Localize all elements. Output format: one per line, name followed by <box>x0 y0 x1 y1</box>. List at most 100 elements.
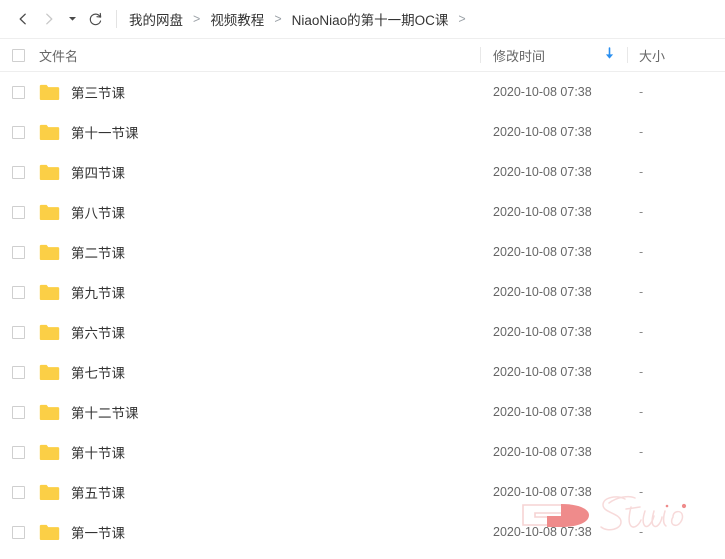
table-row[interactable]: 第四节课 2020-10-08 07:38 - <box>0 152 725 192</box>
column-header-size[interactable]: 大小 <box>627 46 725 65</box>
row-checkbox[interactable] <box>11 125 25 139</box>
row-checkbox[interactable] <box>11 405 25 419</box>
file-size-label: - <box>639 445 644 459</box>
modified-time-cell: 2020-10-08 07:38 <box>480 125 627 139</box>
refresh-button[interactable] <box>82 6 108 32</box>
table-row[interactable]: 第九节课 2020-10-08 07:38 - <box>0 272 725 312</box>
back-button[interactable] <box>10 6 36 32</box>
file-size-cell: - <box>627 165 725 179</box>
file-name-cell: 第三节课 <box>32 82 480 102</box>
row-checkbox-cell <box>0 85 32 99</box>
file-name-label[interactable]: 第十二节课 <box>71 402 139 422</box>
file-name-label[interactable]: 第六节课 <box>71 322 125 342</box>
row-checkbox-cell <box>0 445 32 459</box>
row-checkbox-cell <box>0 205 32 219</box>
file-size-label: - <box>639 285 644 299</box>
table-row[interactable]: 第十一节课 2020-10-08 07:38 - <box>0 112 725 152</box>
row-checkbox[interactable] <box>11 485 25 499</box>
file-size-cell: - <box>627 245 725 259</box>
row-checkbox[interactable] <box>11 365 25 379</box>
file-size-label: - <box>639 205 644 219</box>
folder-icon <box>39 324 71 341</box>
table-row[interactable]: 第三节课 2020-10-08 07:38 - <box>0 72 725 112</box>
file-name-cell: 第四节课 <box>32 162 480 182</box>
breadcrumb-item-2[interactable]: NiaoNiao的第十一期OC课 <box>292 7 449 31</box>
table-row[interactable]: 第七节课 2020-10-08 07:38 - <box>0 352 725 392</box>
row-checkbox-cell <box>0 325 32 339</box>
row-checkbox[interactable] <box>11 525 25 539</box>
file-name-label[interactable]: 第二节课 <box>71 242 125 262</box>
file-name-cell: 第八节课 <box>32 202 480 222</box>
file-name-label[interactable]: 第十一节课 <box>71 122 139 142</box>
column-header-name-label: 文件名 <box>39 48 79 64</box>
modified-time-cell: 2020-10-08 07:38 <box>480 165 627 179</box>
row-checkbox[interactable] <box>11 165 25 179</box>
file-name-label[interactable]: 第三节课 <box>71 82 125 102</box>
file-name-label[interactable]: 第五节课 <box>71 482 125 502</box>
breadcrumb-separator: > <box>193 12 201 26</box>
folder-icon <box>39 244 71 261</box>
select-all-checkbox[interactable] <box>11 48 25 62</box>
table-row[interactable]: 第十二节课 2020-10-08 07:38 - <box>0 392 725 432</box>
file-name-cell: 第十二节课 <box>32 402 480 422</box>
table-row[interactable]: 第二节课 2020-10-08 07:38 - <box>0 232 725 272</box>
modified-time-label: 2020-10-08 07:38 <box>493 245 592 259</box>
history-dropdown-button[interactable] <box>62 6 82 32</box>
file-size-cell: - <box>627 285 725 299</box>
file-name-label[interactable]: 第十节课 <box>71 442 125 462</box>
file-name-label[interactable]: 第四节课 <box>71 162 125 182</box>
row-checkbox[interactable] <box>11 85 25 99</box>
column-header-name[interactable]: 文件名 <box>32 46 480 65</box>
row-checkbox[interactable] <box>11 285 25 299</box>
column-header-time[interactable]: 修改时间 <box>480 46 627 65</box>
row-checkbox[interactable] <box>11 245 25 259</box>
modified-time-label: 2020-10-08 07:38 <box>493 445 592 459</box>
nav-button-group <box>10 6 108 32</box>
folder-icon <box>39 284 71 301</box>
table-row[interactable]: 第五节课 2020-10-08 07:38 - <box>0 472 725 512</box>
file-name-label[interactable]: 第九节课 <box>71 282 125 302</box>
file-name-label[interactable]: 第七节课 <box>71 362 125 382</box>
file-name-cell: 第十节课 <box>32 442 480 462</box>
folder-icon <box>39 124 71 141</box>
table-row[interactable]: 第一节课 2020-10-08 07:38 - <box>0 512 725 552</box>
file-name-label[interactable]: 第八节课 <box>71 202 125 222</box>
table-row[interactable]: 第六节课 2020-10-08 07:38 - <box>0 312 725 352</box>
nav-divider <box>116 10 117 28</box>
row-checkbox-cell <box>0 365 32 379</box>
modified-time-label: 2020-10-08 07:38 <box>493 285 592 299</box>
column-divider-size <box>627 47 628 63</box>
modified-time-label: 2020-10-08 07:38 <box>493 485 592 499</box>
forward-button[interactable] <box>36 6 62 32</box>
file-size-cell: - <box>627 445 725 459</box>
modified-time-label: 2020-10-08 07:38 <box>493 205 592 219</box>
file-size-label: - <box>639 525 644 539</box>
row-checkbox[interactable] <box>11 325 25 339</box>
modified-time-label: 2020-10-08 07:38 <box>493 365 592 379</box>
file-size-label: - <box>639 85 644 99</box>
file-size-cell: - <box>627 405 725 419</box>
breadcrumb-item-1[interactable]: 视频教程 <box>210 7 264 31</box>
file-size-label: - <box>639 365 644 379</box>
breadcrumb-separator: > <box>458 12 466 26</box>
row-checkbox[interactable] <box>11 205 25 219</box>
file-size-cell: - <box>627 205 725 219</box>
modified-time-label: 2020-10-08 07:38 <box>493 405 592 419</box>
breadcrumb-item-0[interactable]: 我的网盘 <box>129 7 183 31</box>
row-checkbox-cell <box>0 285 32 299</box>
row-checkbox[interactable] <box>11 445 25 459</box>
navigation-bar: 我的网盘 > 视频教程 > NiaoNiao的第十一期OC课 > <box>0 0 725 38</box>
modified-time-cell: 2020-10-08 07:38 <box>480 485 627 499</box>
row-checkbox-cell <box>0 125 32 139</box>
sort-descending-button[interactable] <box>604 47 615 63</box>
file-name-label[interactable]: 第一节课 <box>71 522 125 542</box>
file-size-label: - <box>639 125 644 139</box>
chevron-right-icon <box>42 12 56 26</box>
table-row[interactable]: 第十节课 2020-10-08 07:38 - <box>0 432 725 472</box>
folder-icon <box>39 364 71 381</box>
file-name-cell: 第十一节课 <box>32 122 480 142</box>
file-list-header: 文件名 修改时间 大小 <box>0 38 725 72</box>
modified-time-label: 2020-10-08 07:38 <box>493 525 592 539</box>
breadcrumb-separator: > <box>274 12 282 26</box>
table-row[interactable]: 第八节课 2020-10-08 07:38 - <box>0 192 725 232</box>
